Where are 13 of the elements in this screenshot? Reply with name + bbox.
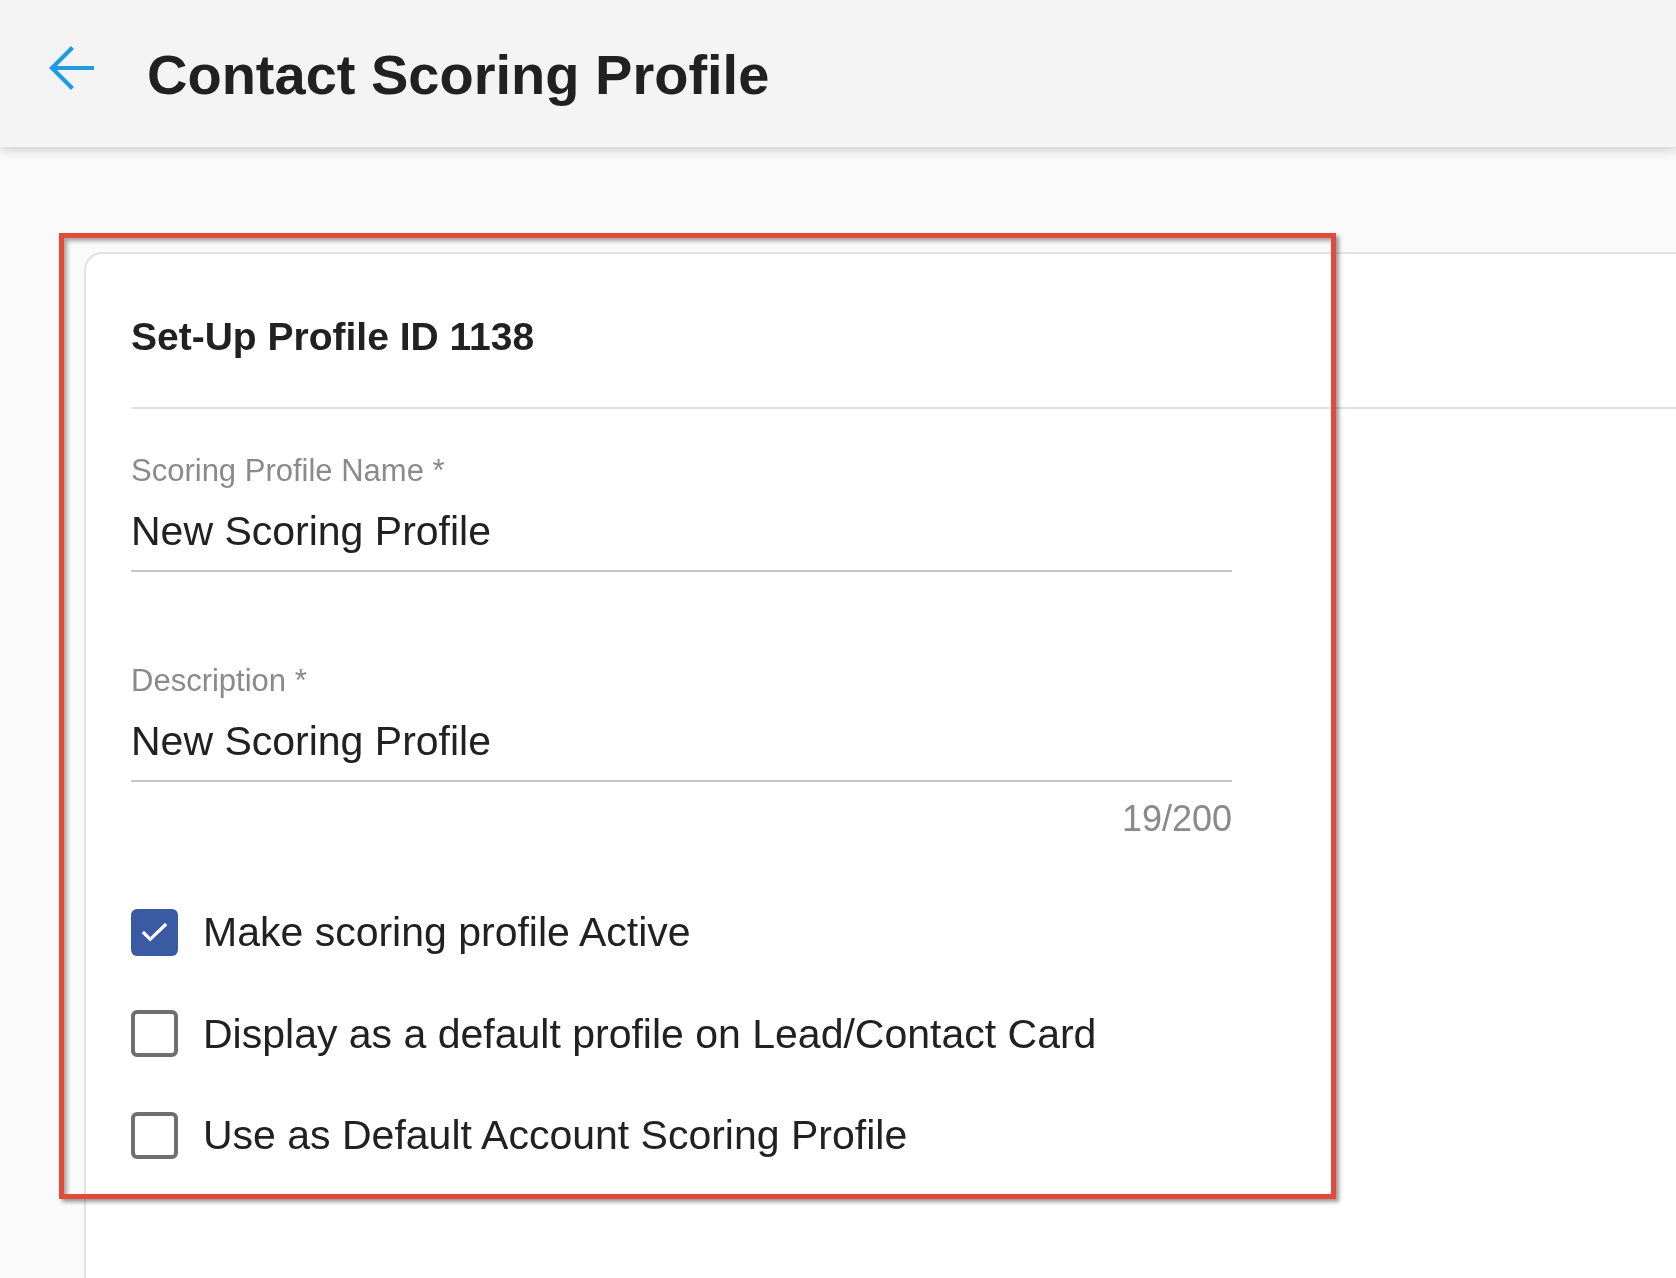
checkmark-icon <box>141 922 168 942</box>
back-arrow-icon[interactable] <box>48 45 94 91</box>
page-title: Contact Scoring Profile <box>147 43 770 107</box>
text-field[interactable]: Scoring Profile Name * New Scoring Profile <box>131 451 1232 572</box>
text-field[interactable]: Description * New Scoring Profile <box>131 661 1232 782</box>
checkbox-label[interactable]: Make scoring profile Active <box>203 902 691 962</box>
checkbox-label[interactable]: Use as Default Account Scoring Profile <box>203 1105 908 1165</box>
checkbox-label[interactable]: Display as a default profile on Lead/Contact Card <box>203 1003 1097 1064</box>
character-counter: 19/200 <box>1121 799 1232 839</box>
card-title: Set-Up Profile ID 1138 <box>131 314 535 360</box>
checkbox[interactable] <box>131 1010 178 1057</box>
checkbox[interactable] <box>131 1111 178 1159</box>
checkbox[interactable] <box>131 908 178 956</box>
